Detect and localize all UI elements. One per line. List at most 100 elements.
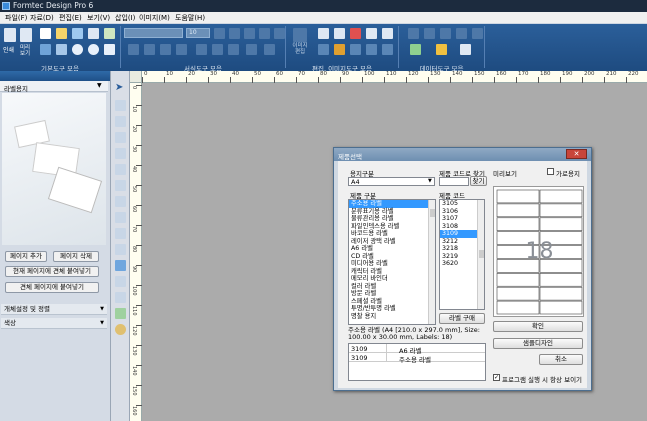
scroll-thumb[interactable] [430,209,435,217]
ungroup-icon[interactable] [366,44,377,55]
valign-middle-icon[interactable] [212,44,223,55]
preview-icon[interactable] [20,28,32,42]
buy-label-button[interactable]: 라벨 구매 [439,313,485,324]
line-spacing-icon[interactable] [246,44,257,55]
code-scrollbar[interactable] [477,200,484,309]
data-excel-icon[interactable] [410,44,421,55]
data-import-icon[interactable] [472,28,483,39]
category-item[interactable]: A6 라벨 [349,245,435,253]
startup-checkbox[interactable]: ✓ [493,374,500,381]
table-tool-icon[interactable] [115,244,126,255]
paste-icon[interactable] [334,28,345,39]
barcode-tool-icon[interactable] [115,180,126,191]
frame-tool-icon[interactable] [115,116,126,127]
menu-view[interactable]: 보기(V) [87,13,110,23]
undo-icon[interactable] [318,44,329,55]
chevron-down-icon[interactable]: ▼ [97,82,102,89]
history-list[interactable]: 3109 A6 라벨 3109 주소용 라벨 [348,343,486,381]
save-icon[interactable] [72,28,83,39]
paper-type-dropdown[interactable]: 라벨용지 ▼ [0,81,108,93]
italic-icon[interactable] [229,28,240,39]
object-settings-accordion[interactable]: 개체설정 및 정렬 ▼ [1,304,107,315]
menu-image[interactable]: 이미지(M) [139,13,170,23]
scroll-thumb[interactable] [479,250,484,258]
code-list[interactable]: 3105 3106 3107 3108 3109 3212 3218 3219 3620 [439,199,485,310]
cut-icon[interactable] [350,28,361,39]
qr-tool-icon[interactable] [115,292,126,303]
underline-icon[interactable] [244,28,255,39]
shape-tool-icon[interactable] [115,228,126,239]
new-icon[interactable] [40,28,51,39]
category-item[interactable]: 명찰 용지 [349,313,435,321]
ellipse-tool-icon[interactable] [115,196,126,207]
cancel-button[interactable]: 취소 [539,354,583,365]
menu-data[interactable]: 자료(D) [30,13,54,23]
category-item[interactable]: 물류관리용 라벨 [349,215,435,223]
valign-top-icon[interactable] [196,44,207,55]
char-spacing-icon[interactable] [264,44,275,55]
align-center-icon[interactable] [144,44,155,55]
open-icon[interactable] [56,28,67,39]
category-item[interactable]: 방문 라벨 [349,290,435,298]
stamp-tool-icon[interactable] [115,324,126,335]
data-search-icon[interactable] [460,44,471,55]
delete-icon[interactable] [382,28,393,39]
paste-current-page-button[interactable]: 현재 페이지에 견체 붙여넣기 [5,266,99,277]
copy-icon[interactable] [318,28,329,39]
category-item[interactable]: 스페셜 라벨 [349,298,435,306]
text-color-icon[interactable] [274,28,285,39]
data-insert-icon[interactable] [408,28,419,39]
group-icon[interactable] [350,44,361,55]
menu-edit[interactable]: 편집(E) [59,13,82,23]
justify-icon[interactable] [176,44,187,55]
bold-icon[interactable] [214,28,225,39]
align-left-icon[interactable] [128,44,139,55]
data-serial-icon[interactable] [456,28,467,39]
paper-type-select[interactable]: A4 ▼ [348,177,435,186]
category-item[interactable]: 미디어용 라벨 [349,260,435,268]
image-edit-icon[interactable] [293,28,307,42]
landscape-checkbox[interactable] [547,168,554,175]
color-accordion[interactable]: 색상 ▼ [1,318,107,329]
zoom-out-icon[interactable] [88,44,99,55]
map-tool-icon[interactable] [115,308,126,319]
pointer-icon[interactable]: ➤ [115,83,125,93]
category-item[interactable]: 메모리 바인더 [349,275,435,283]
print-icon[interactable] [4,28,16,42]
find-button[interactable]: 찾기 [470,176,487,186]
lock-icon[interactable] [382,44,393,55]
sample-design-button[interactable]: 샘플디자인 [493,338,583,349]
ok-button[interactable]: 확인 [493,321,583,332]
rectangle-tool-icon[interactable] [115,164,126,175]
category-item[interactable]: 분류표기용 라벨 [349,208,435,216]
category-item[interactable]: 투명/반투명 라벨 [349,305,435,313]
data-edit-icon[interactable] [424,28,435,39]
export-icon[interactable] [104,28,115,39]
menu-help[interactable]: 도움말(H) [175,13,205,23]
text-tool-icon[interactable] [115,100,126,111]
strike-icon[interactable] [259,28,270,39]
data-table-icon[interactable] [440,28,451,39]
category-item[interactable]: 바코드용 라벨 [349,230,435,238]
valign-bottom-icon[interactable] [228,44,239,55]
history-row[interactable]: 3109 A6 라벨 [349,344,485,355]
menu-insert[interactable]: 삽입(I) [115,13,135,23]
image-tool-icon[interactable] [115,260,126,271]
data-mail-icon[interactable] [436,44,447,55]
paste-all-pages-button[interactable]: 견체 페이지에 붙여넣기 [5,282,99,293]
code-search-input[interactable] [439,177,469,186]
font-name-select[interactable] [124,28,183,38]
save-as-icon[interactable] [88,28,99,39]
redo-icon[interactable] [334,44,345,55]
category-list[interactable]: 주소용 라벨 분류표기용 라벨 물류관리용 라벨 파일인덱스용 라벨 바코드용 라벨 레이… [348,199,436,325]
menu-file[interactable]: 파일(F) [5,13,27,23]
zoom-fit-icon[interactable] [104,44,115,55]
category-scrollbar[interactable] [428,200,435,324]
category-item[interactable]: 주소용 라벨 [349,200,435,208]
history-row[interactable]: 3109 주소용 라벨 [349,353,485,364]
zoom-in-icon[interactable] [72,44,83,55]
category-item[interactable]: 컬러 라벨 [349,283,435,291]
clipart-tool-icon[interactable] [115,276,126,287]
line-tool-icon[interactable] [115,148,126,159]
page-setup-icon[interactable] [40,44,51,55]
